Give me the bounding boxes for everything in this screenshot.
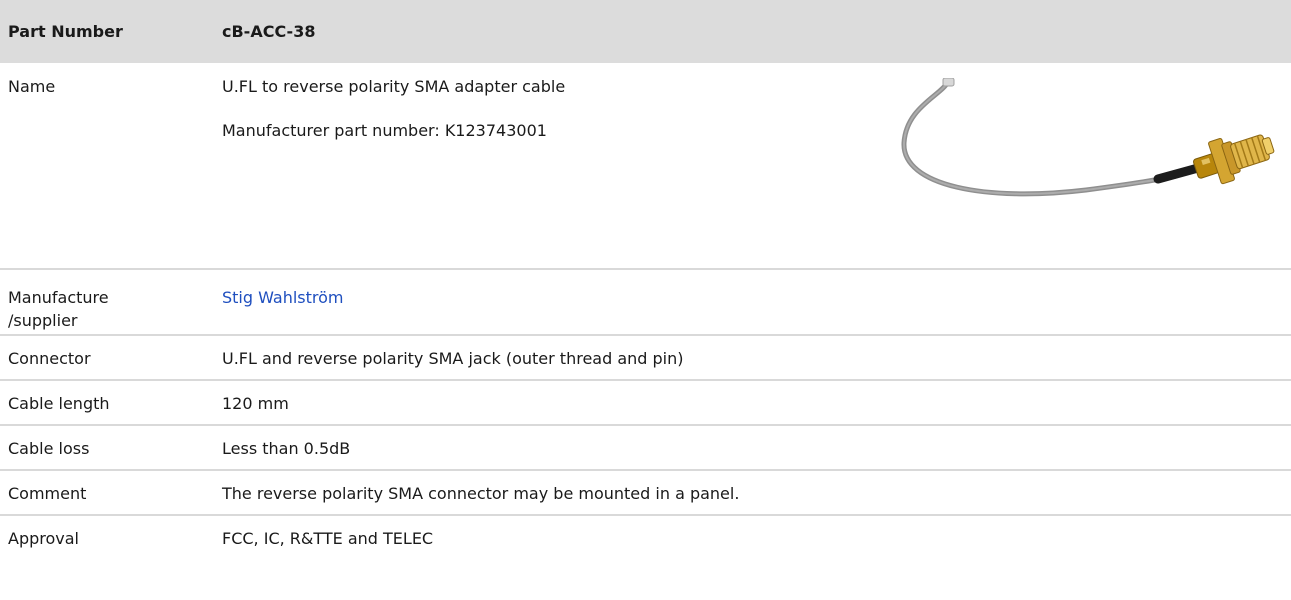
spec-label-connector: Connector	[8, 349, 91, 368]
spec-row-connector: Connector U.FL and reverse polarity SMA …	[0, 336, 1291, 379]
spec-label-comment: Comment	[8, 484, 87, 503]
spec-row-cable-length: Cable length 120 mm	[0, 381, 1291, 424]
spec-label-approval: Approval	[8, 529, 79, 548]
spec-label-manufacturer-line2: /supplier	[8, 311, 78, 330]
spec-value-name: U.FL to reverse polarity SMA adapter cab…	[222, 77, 566, 96]
manufacturer-part-number: Manufacturer part number: K123743001	[222, 121, 547, 140]
spec-label-cable-loss: Cable loss	[8, 439, 90, 458]
spec-value-connector: U.FL and reverse polarity SMA jack (oute…	[222, 349, 684, 368]
spec-value-cable-length: 120 mm	[222, 394, 289, 413]
spec-value-comment: The reverse polarity SMA connector may b…	[222, 484, 740, 503]
spec-row-manufacturer: Manufacture /supplier Stig Wahlström	[0, 270, 1291, 334]
spec-header-row: Part Number cB-ACC-38	[0, 0, 1291, 63]
cable-with-sma-connector-image	[901, 78, 1275, 197]
manufacturer-link[interactable]: Stig Wahlström	[222, 286, 344, 309]
spec-row-cable-loss: Cable loss Less than 0.5dB	[0, 426, 1291, 469]
spec-row-approval: Approval FCC, IC, R&TTE and TELEC	[0, 516, 1291, 559]
spec-value-approval: FCC, IC, R&TTE and TELEC	[222, 529, 434, 548]
spec-value-cable-loss: Less than 0.5dB	[222, 439, 351, 458]
spec-label-cable-length: Cable length	[8, 394, 110, 413]
part-number-label: Part Number	[8, 22, 123, 41]
spec-label-manufacturer-line1: Manufacture	[8, 288, 109, 307]
spec-row-comment: Comment The reverse polarity SMA connect…	[0, 471, 1291, 514]
spec-label-manufacturer: Manufacture /supplier	[8, 286, 109, 332]
spec-label-name: Name	[8, 77, 56, 96]
part-number-value: cB-ACC-38	[222, 22, 316, 41]
